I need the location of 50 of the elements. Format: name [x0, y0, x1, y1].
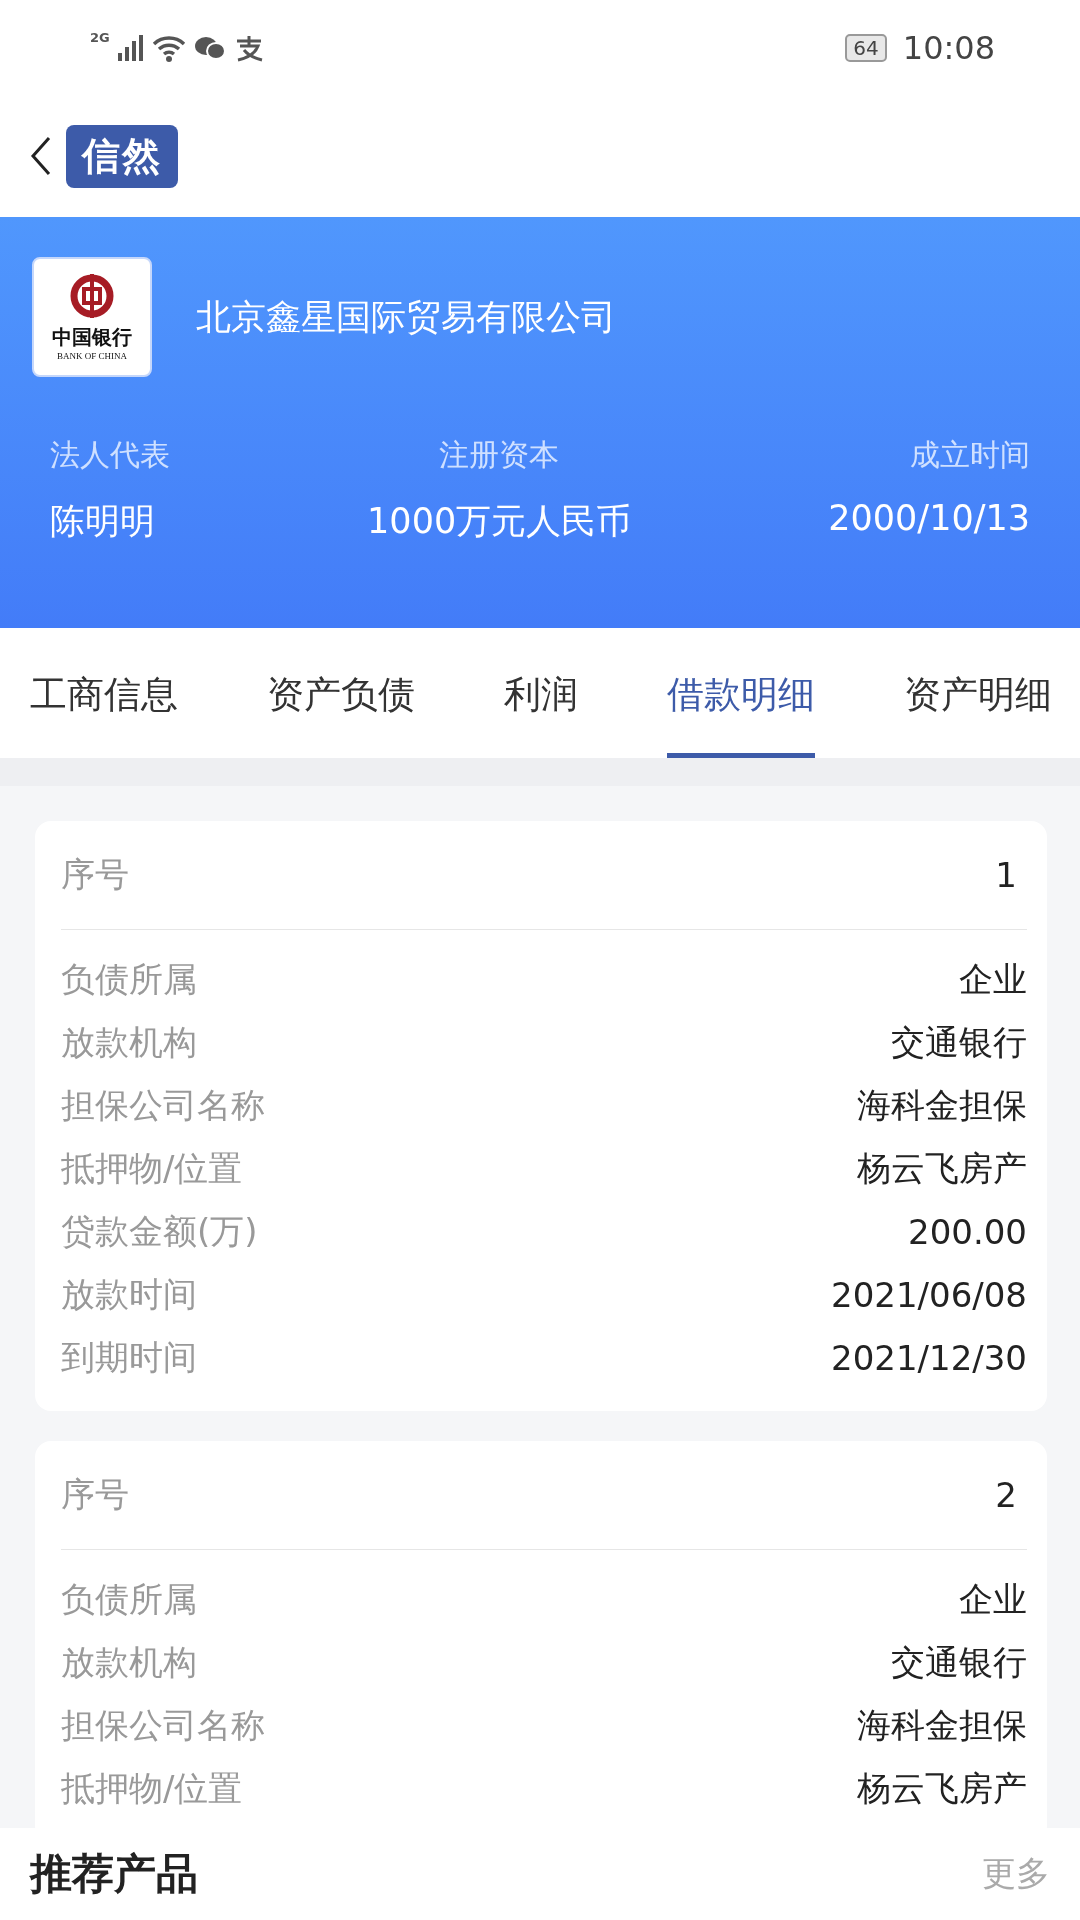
field-value: 2	[995, 1475, 1017, 1515]
field-value: 2021/12/30	[831, 1337, 1027, 1378]
field-value: 海科金担保	[857, 1083, 1027, 1127]
network-type: 2G	[90, 30, 110, 45]
bank-english-name: BANK OF CHINA	[57, 350, 127, 361]
field-label: 序号	[61, 853, 129, 896]
field-label: 放款机构	[61, 1020, 197, 1064]
tab[interactable]: 工商信息	[30, 628, 178, 758]
fact-value: 2000/10/13	[828, 498, 1030, 538]
field-label: 放款机构	[61, 1640, 197, 1684]
field-label: 贷款金额(万)	[61, 1209, 258, 1253]
tab[interactable]: 借款明细	[667, 628, 815, 758]
field-label: 担保公司名称	[61, 1703, 265, 1747]
field-label: 抵押物/位置	[61, 1766, 243, 1810]
fact-label: 注册资本	[439, 436, 560, 474]
field-value: 1	[995, 855, 1017, 895]
section-title: 推荐产品	[30, 1848, 198, 1900]
fact-value: 1000万元人民币	[367, 500, 632, 543]
field-label: 担保公司名称	[61, 1083, 265, 1127]
tab[interactable]: 资产明细	[904, 628, 1052, 758]
field-value: 杨云飞房产	[857, 1146, 1027, 1190]
tab[interactable]: 资产负债	[267, 628, 415, 758]
fact-label: 法人代表	[50, 436, 170, 474]
field-value: 200.00	[908, 1211, 1027, 1252]
field-label: 负债所属	[61, 1577, 197, 1621]
app-logo: 信然	[66, 124, 178, 188]
field-value: 海科金担保	[857, 1703, 1027, 1747]
battery-indicator: 64	[845, 33, 887, 62]
fact-label: 成立时间	[910, 436, 1030, 474]
field-label: 到期时间	[61, 1335, 197, 1379]
fact-value: 陈明明	[50, 500, 155, 543]
field-value: 企业	[959, 1577, 1027, 1621]
field-label: 负债所属	[61, 957, 197, 1001]
wifi-icon	[151, 33, 186, 62]
field-value: 2021/06/08	[831, 1274, 1027, 1315]
company-name: 北京鑫星国际贸易有限公司	[196, 295, 616, 339]
field-label: 放款时间	[61, 1272, 197, 1316]
coin-icon	[70, 273, 114, 318]
field-value: 交通银行	[891, 1640, 1027, 1684]
field-value: 杨云飞房产	[857, 1766, 1027, 1810]
chat-bubbles-icon	[193, 34, 226, 61]
field-value: 企业	[959, 957, 1027, 1001]
field-label: 序号	[61, 1473, 129, 1516]
field-value: 交通银行	[891, 1020, 1027, 1064]
signal-icon	[117, 34, 144, 61]
back-icon[interactable]	[30, 136, 52, 176]
field-label: 抵押物/位置	[61, 1146, 243, 1190]
tab[interactable]: 利润	[504, 628, 578, 758]
bank-name: 中国银行	[52, 323, 132, 351]
clock-time: 10:08	[902, 28, 995, 67]
